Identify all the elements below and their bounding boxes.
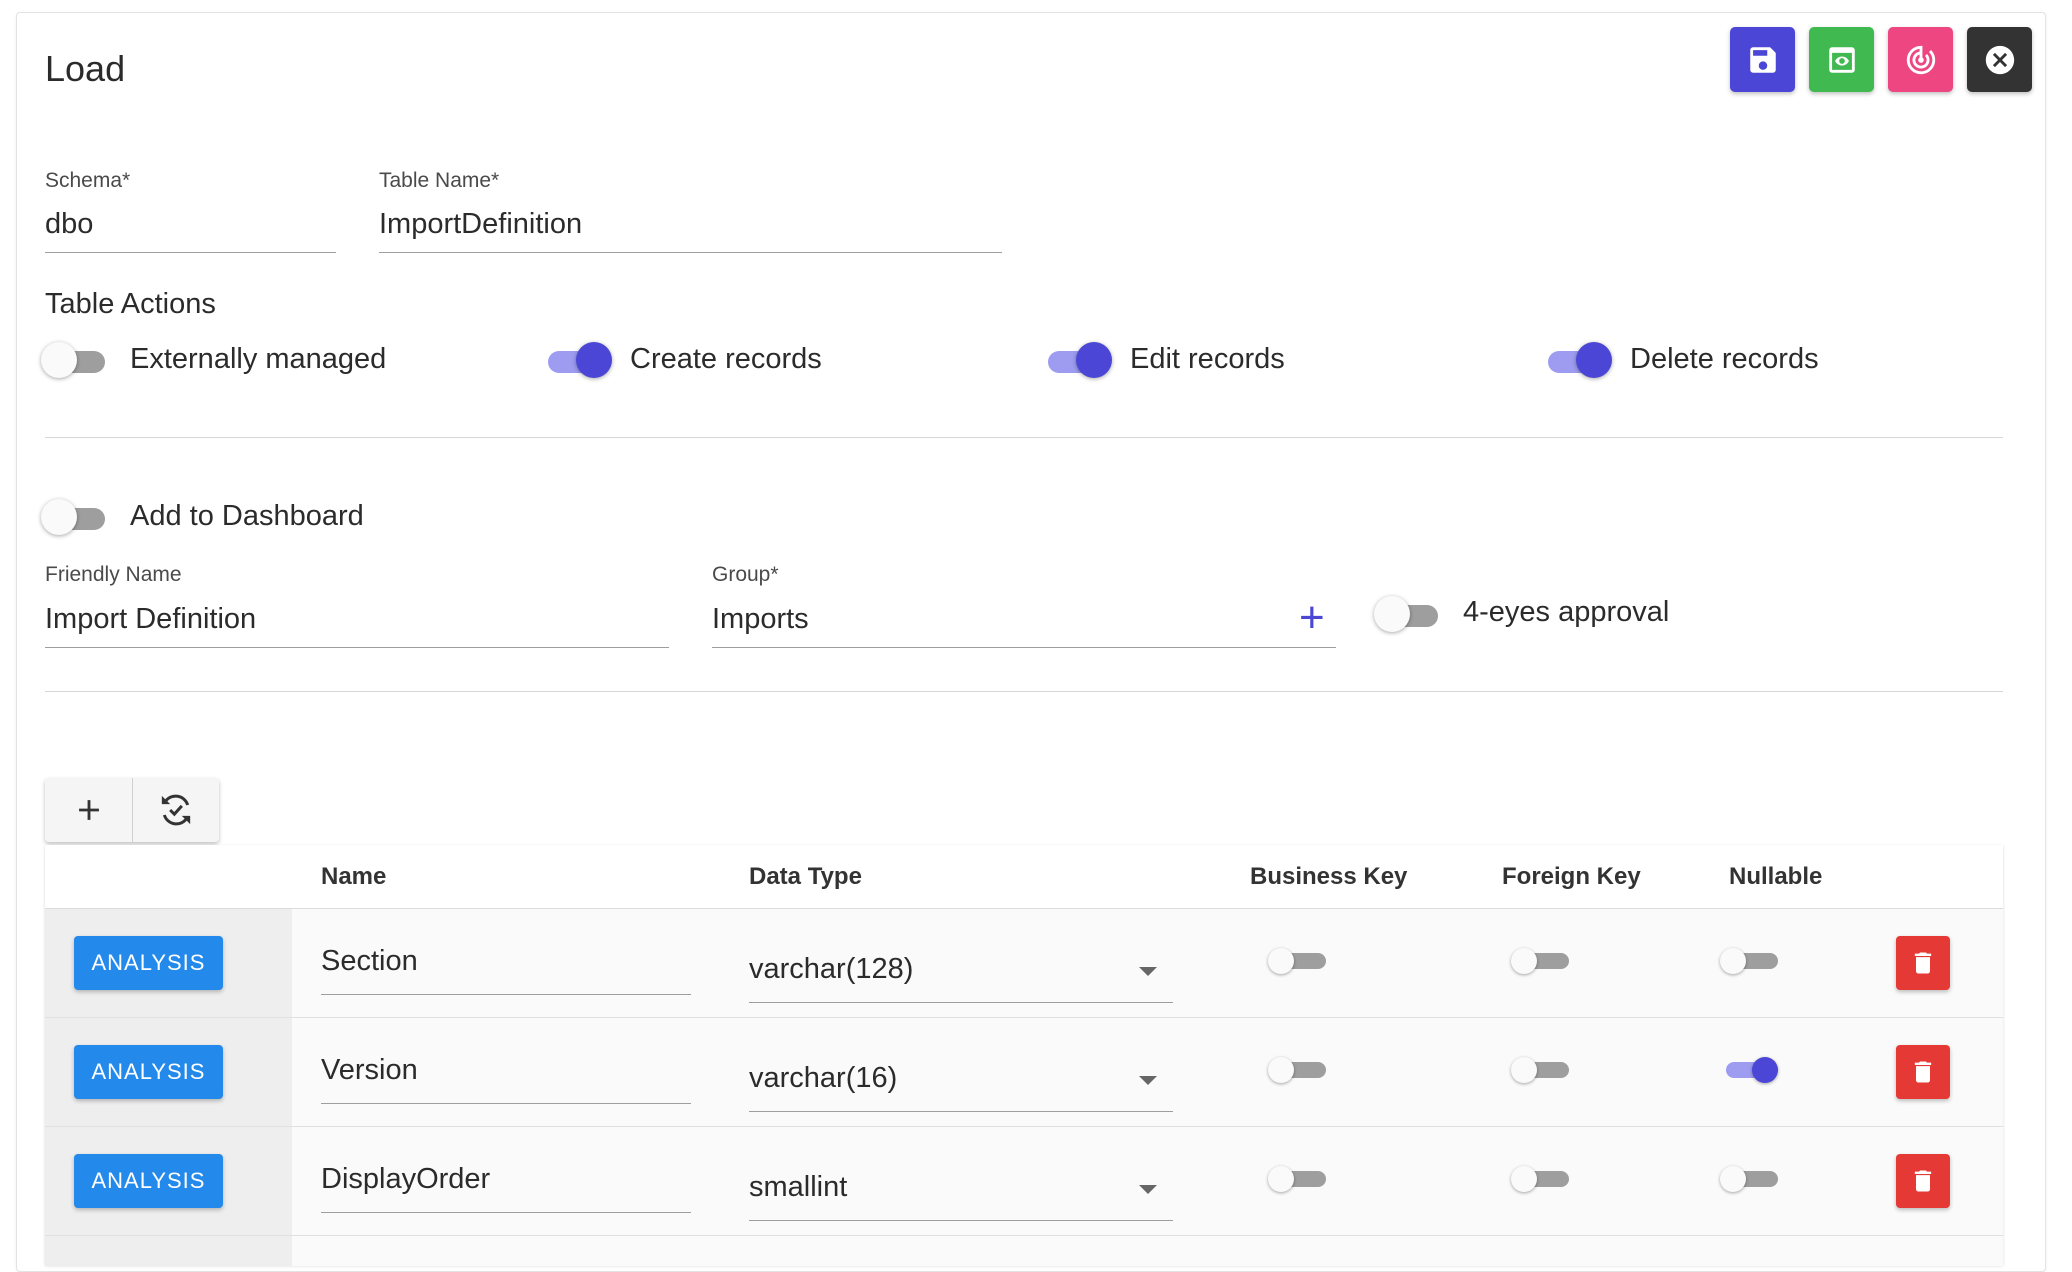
column-name-input[interactable]: Section [321,945,418,978]
data-type-select[interactable]: varchar(16) [749,1062,897,1095]
edit-records-label: Edit records [1130,343,1285,375]
close-circle-icon [1985,45,2014,74]
add-group-plus-icon[interactable]: + [1299,596,1325,640]
analysis-button[interactable]: ANALYSIS [74,1154,223,1208]
data-type-select[interactable]: smallint [749,1171,847,1204]
analysis-button[interactable]: ANALYSIS [74,936,223,990]
schema-underline [45,252,336,253]
nullable-toggle[interactable] [1720,947,1780,977]
group-label: Group* [712,563,779,586]
friendly-name-label: Friendly Name [45,563,182,586]
four-eyes-approval-toggle[interactable] [1374,594,1440,634]
delete-row-button[interactable] [1896,936,1950,990]
nullable-toggle[interactable] [1720,1165,1780,1195]
plus-icon [78,800,99,820]
analysis-button[interactable]: ANALYSIS [74,1045,223,1099]
friendly-name-input[interactable]: Import Definition [45,603,256,636]
business-key-toggle[interactable] [1268,947,1328,977]
create-records-toggle[interactable] [546,340,612,380]
externally-managed-toggle[interactable] [41,340,107,380]
business-key-toggle[interactable] [1268,1165,1328,1195]
group-underline [712,647,1336,648]
save-icon [1749,46,1776,73]
header-business-key: Business Key [1250,863,1408,890]
delete-row-button[interactable] [1896,1154,1950,1208]
sync-check-icon [161,794,191,826]
chevron-down-icon[interactable] [1139,1076,1157,1085]
header-name: Name [321,863,387,890]
friendly-name-underline [45,647,669,648]
table-row: ANALYSIS DisplayOrder smallint [45,1127,2003,1236]
column-name-input[interactable]: Version [321,1054,418,1087]
table-name-label: Table Name* [379,169,500,192]
four-eyes-approval-label: 4-eyes approval [1463,596,1670,628]
track-changes-icon [1906,45,1935,74]
section-divider [45,437,2003,438]
table-actions-title: Table Actions [45,288,216,320]
close-button[interactable] [1967,27,2032,92]
table-header: Name Data Type Business Key Foreign Key … [45,845,2003,909]
foreign-key-toggle[interactable] [1511,1056,1571,1086]
edit-records-toggle[interactable] [1046,340,1112,380]
delete-records-toggle[interactable] [1546,340,1612,380]
group-input[interactable]: Imports [712,603,809,636]
header-data-type: Data Type [749,863,862,890]
delete-row-button[interactable] [1896,1045,1950,1099]
add-to-dashboard-label: Add to Dashboard [130,500,364,532]
foreign-key-toggle[interactable] [1511,947,1571,977]
externally-managed-label: Externally managed [130,343,387,375]
business-key-toggle[interactable] [1268,1056,1328,1086]
section-divider-2 [45,691,2003,692]
trash-icon [1914,1061,1932,1083]
table-row: ANALYSIS Version varchar(16) [45,1018,2003,1127]
schema-label: Schema* [45,169,131,192]
sync-columns-button[interactable] [132,778,219,842]
foreign-key-toggle[interactable] [1511,1165,1571,1195]
add-to-dashboard-toggle[interactable] [41,497,107,537]
nullable-toggle[interactable] [1720,1056,1780,1086]
table-name-input[interactable]: ImportDefinition [379,208,582,241]
save-button[interactable] [1730,27,1795,92]
table-name-underline [379,252,1002,253]
schema-input[interactable]: dbo [45,208,93,241]
table-row [45,1236,2003,1266]
add-column-button[interactable] [45,778,132,842]
header-nullable: Nullable [1729,863,1823,890]
columns-table: Name Data Type Business Key Foreign Key … [45,845,2003,1266]
chevron-down-icon[interactable] [1139,967,1157,976]
trash-icon [1914,1170,1932,1192]
data-type-select[interactable]: varchar(128) [749,953,913,986]
column-actions-group [45,778,219,842]
page-title: Load [45,48,126,89]
trash-icon [1914,952,1932,974]
create-records-label: Create records [630,343,822,375]
header-foreign-key: Foreign Key [1502,863,1641,890]
table-row: ANALYSIS Section varchar(128) [45,909,2003,1018]
track-changes-button[interactable] [1888,27,1953,92]
delete-records-label: Delete records [1630,343,1819,375]
column-name-input[interactable]: DisplayOrder [321,1163,490,1196]
chevron-down-icon[interactable] [1139,1185,1157,1194]
preview-icon [1828,46,1855,73]
preview-button[interactable] [1809,27,1874,92]
